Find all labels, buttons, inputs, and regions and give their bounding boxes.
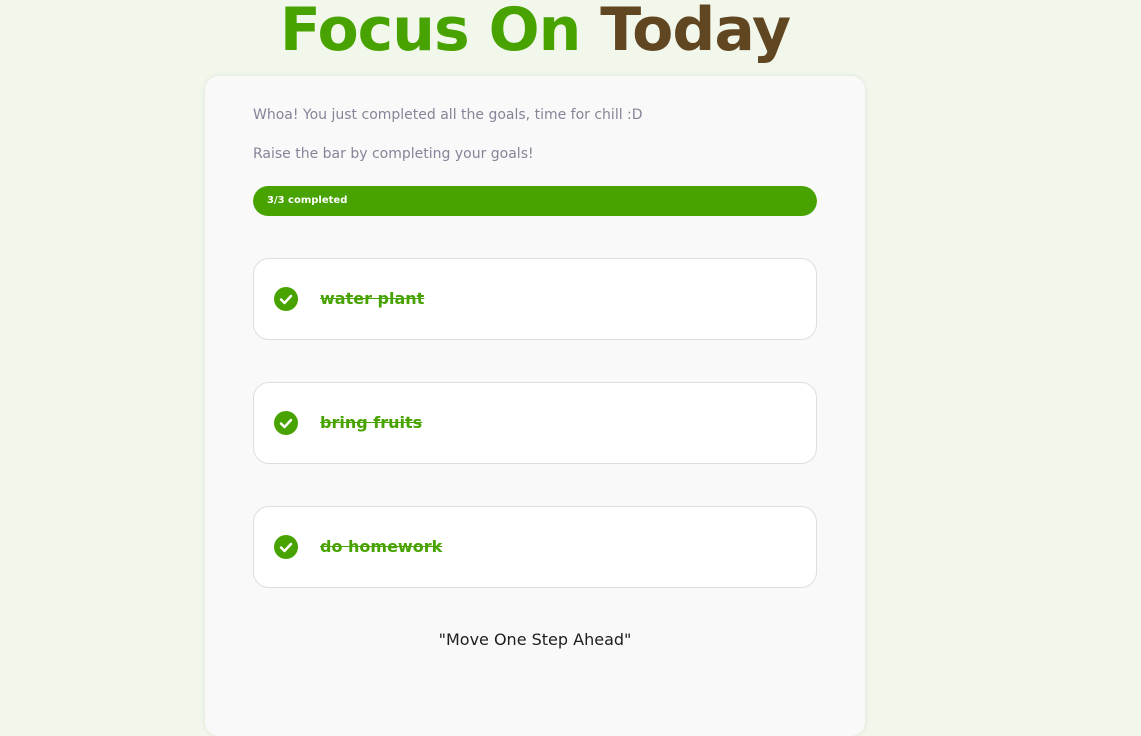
- goal-text: water plant: [320, 289, 425, 308]
- title-today: Today: [600, 0, 791, 65]
- page-title: Focus On Today: [0, 0, 1070, 72]
- check-circle-icon[interactable]: [274, 287, 298, 311]
- progress-label: 3/3 completed: [267, 195, 348, 206]
- goal-item-bring-fruits[interactable]: bring fruits: [253, 382, 817, 464]
- quote: "Move One Step Ahead": [438, 630, 632, 649]
- progress-bar: 3/3 completed: [253, 186, 817, 216]
- title-focus-on: Focus On: [279, 0, 581, 65]
- goal-text: do homework: [320, 537, 443, 556]
- goals-card: Whoa! You just completed all the goals, …: [205, 76, 865, 736]
- goal-item-water-plant[interactable]: water plant: [253, 258, 817, 340]
- completion-message: Whoa! You just completed all the goals, …: [253, 107, 643, 123]
- subtitle: Raise the bar by completing your goals!: [253, 146, 534, 162]
- check-circle-icon[interactable]: [274, 411, 298, 435]
- check-circle-icon[interactable]: [274, 535, 298, 559]
- goal-text: bring fruits: [320, 413, 423, 432]
- goal-item-do-homework[interactable]: do homework: [253, 506, 817, 588]
